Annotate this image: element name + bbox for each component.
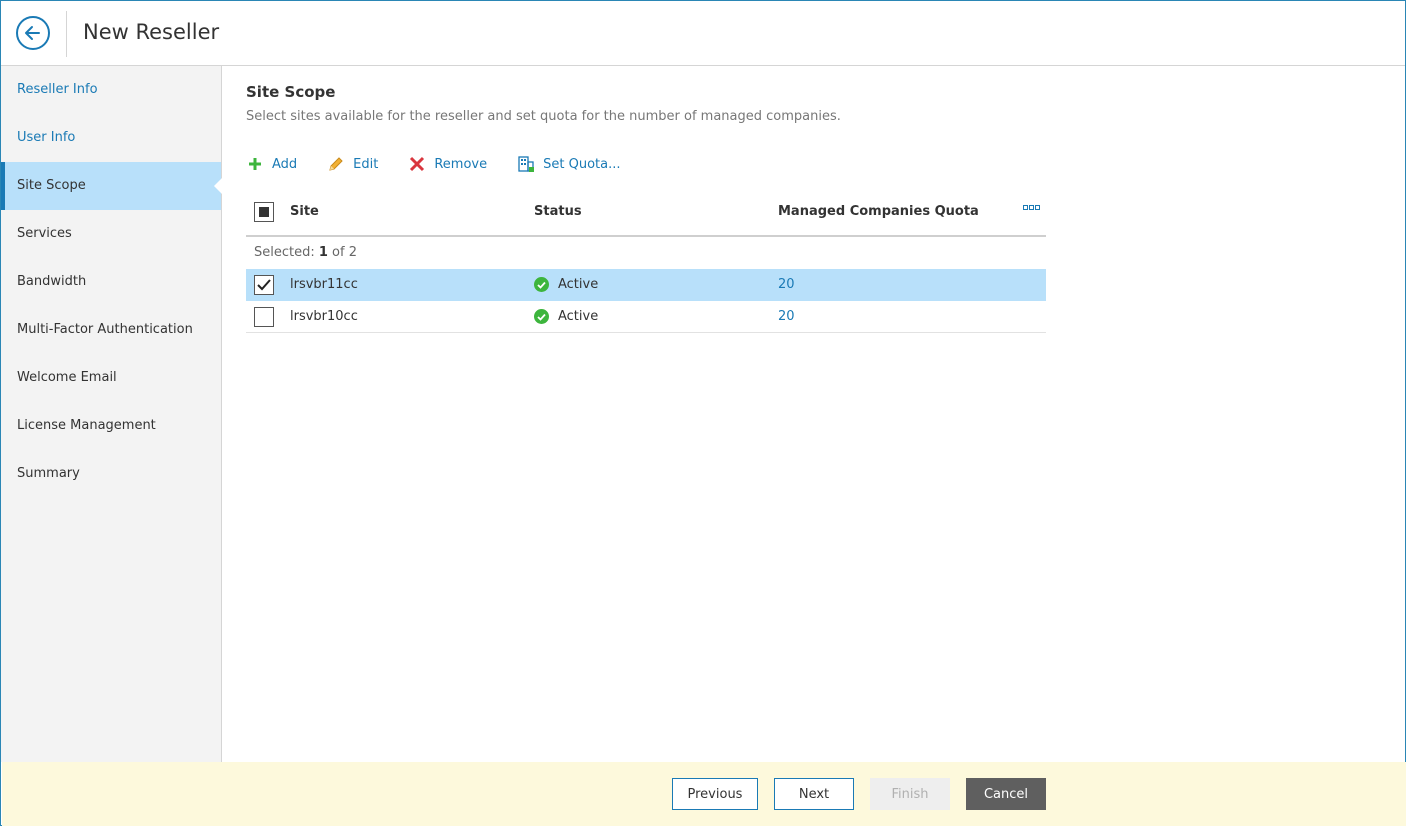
edit-button[interactable]: Edit: [327, 155, 378, 173]
sites-grid: Site Status Managed Companies Quota Sele…: [246, 189, 1046, 333]
sidebar-item-multi-factor-authentication[interactable]: Multi-Factor Authentication: [1, 306, 221, 354]
sidebar-item-bandwidth[interactable]: Bandwidth: [1, 258, 221, 306]
finish-button[interactable]: Finish: [870, 778, 950, 810]
remove-button[interactable]: Remove: [408, 155, 487, 173]
table-row[interactable]: lrsvbr10cc Active 20: [246, 301, 1046, 333]
section-description: Select sites available for the reseller …: [246, 109, 841, 124]
arrow-left-icon: [25, 26, 40, 40]
grid-header: Site Status Managed Companies Quota: [246, 189, 1046, 237]
set-quota-button-label: Set Quota...: [543, 156, 621, 172]
status-text: Active: [558, 309, 599, 324]
page-title: New Reseller: [83, 20, 220, 44]
sidebar-item-summary[interactable]: Summary: [1, 450, 221, 498]
sidebar-item-site-scope[interactable]: Site Scope: [1, 162, 222, 210]
plus-icon: [246, 155, 264, 173]
edit-button-label: Edit: [353, 156, 379, 172]
set-quota-button[interactable]: Set Quota...: [517, 155, 621, 173]
selection-suffix: of 2: [327, 245, 357, 260]
remove-button-label: Remove: [434, 156, 488, 172]
sidebar-item-welcome-email[interactable]: Welcome Email: [1, 354, 221, 402]
site-name: lrsvbr10cc: [290, 309, 358, 324]
sidebar-item-services[interactable]: Services: [1, 210, 221, 258]
add-button[interactable]: Add: [246, 155, 297, 173]
selection-summary: Selected: 1 of 2: [246, 237, 1046, 269]
status-cell: Active: [534, 277, 598, 292]
grid-toolbar: Add Edit Remove Set Quota...: [246, 152, 651, 176]
pencil-icon: [327, 155, 345, 173]
wizard-window: New Reseller Reseller Info User Info Sit…: [0, 0, 1406, 826]
row-checkbox[interactable]: [254, 307, 274, 327]
checkmark-icon: [257, 279, 271, 291]
column-header-status[interactable]: Status: [534, 204, 582, 219]
wizard-footer: Previous Next Finish Cancel: [2, 762, 1406, 826]
wizard-header: New Reseller: [1, 1, 1405, 66]
check-circle-icon: [534, 309, 549, 324]
back-button[interactable]: [16, 16, 50, 50]
sidebar-item-reseller-info[interactable]: Reseller Info: [1, 66, 221, 114]
table-row[interactable]: lrsvbr11cc Active 20: [246, 269, 1046, 301]
step-content: Site Scope Select sites available for th…: [246, 66, 1386, 333]
row-checkbox[interactable]: [254, 275, 274, 295]
sidebar-item-license-management[interactable]: License Management: [1, 402, 221, 450]
sidebar-item-user-info[interactable]: User Info: [1, 114, 221, 162]
site-name: lrsvbr11cc: [290, 277, 358, 292]
quota-link[interactable]: 20: [778, 309, 795, 324]
header-divider: [66, 11, 67, 57]
status-text: Active: [558, 277, 599, 292]
previous-button[interactable]: Previous: [672, 778, 758, 810]
cancel-button[interactable]: Cancel: [966, 778, 1046, 810]
close-x-icon: [408, 155, 426, 173]
section-title: Site Scope: [246, 83, 336, 101]
add-button-label: Add: [272, 156, 298, 172]
column-chooser-icon[interactable]: [1023, 205, 1040, 210]
check-circle-icon: [534, 277, 549, 292]
select-all-checkbox[interactable]: [254, 202, 274, 222]
selection-count: 1: [318, 245, 328, 260]
wizard-steps-sidebar: Reseller Info User Info Site Scope Servi…: [1, 66, 222, 762]
column-header-site[interactable]: Site: [290, 204, 319, 219]
column-header-quota[interactable]: Managed Companies Quota: [778, 204, 979, 219]
quota-link[interactable]: 20: [778, 277, 795, 292]
status-cell: Active: [534, 309, 598, 324]
selection-prefix: Selected:: [254, 245, 319, 260]
building-quota-icon: [517, 155, 535, 173]
next-button[interactable]: Next: [774, 778, 854, 810]
